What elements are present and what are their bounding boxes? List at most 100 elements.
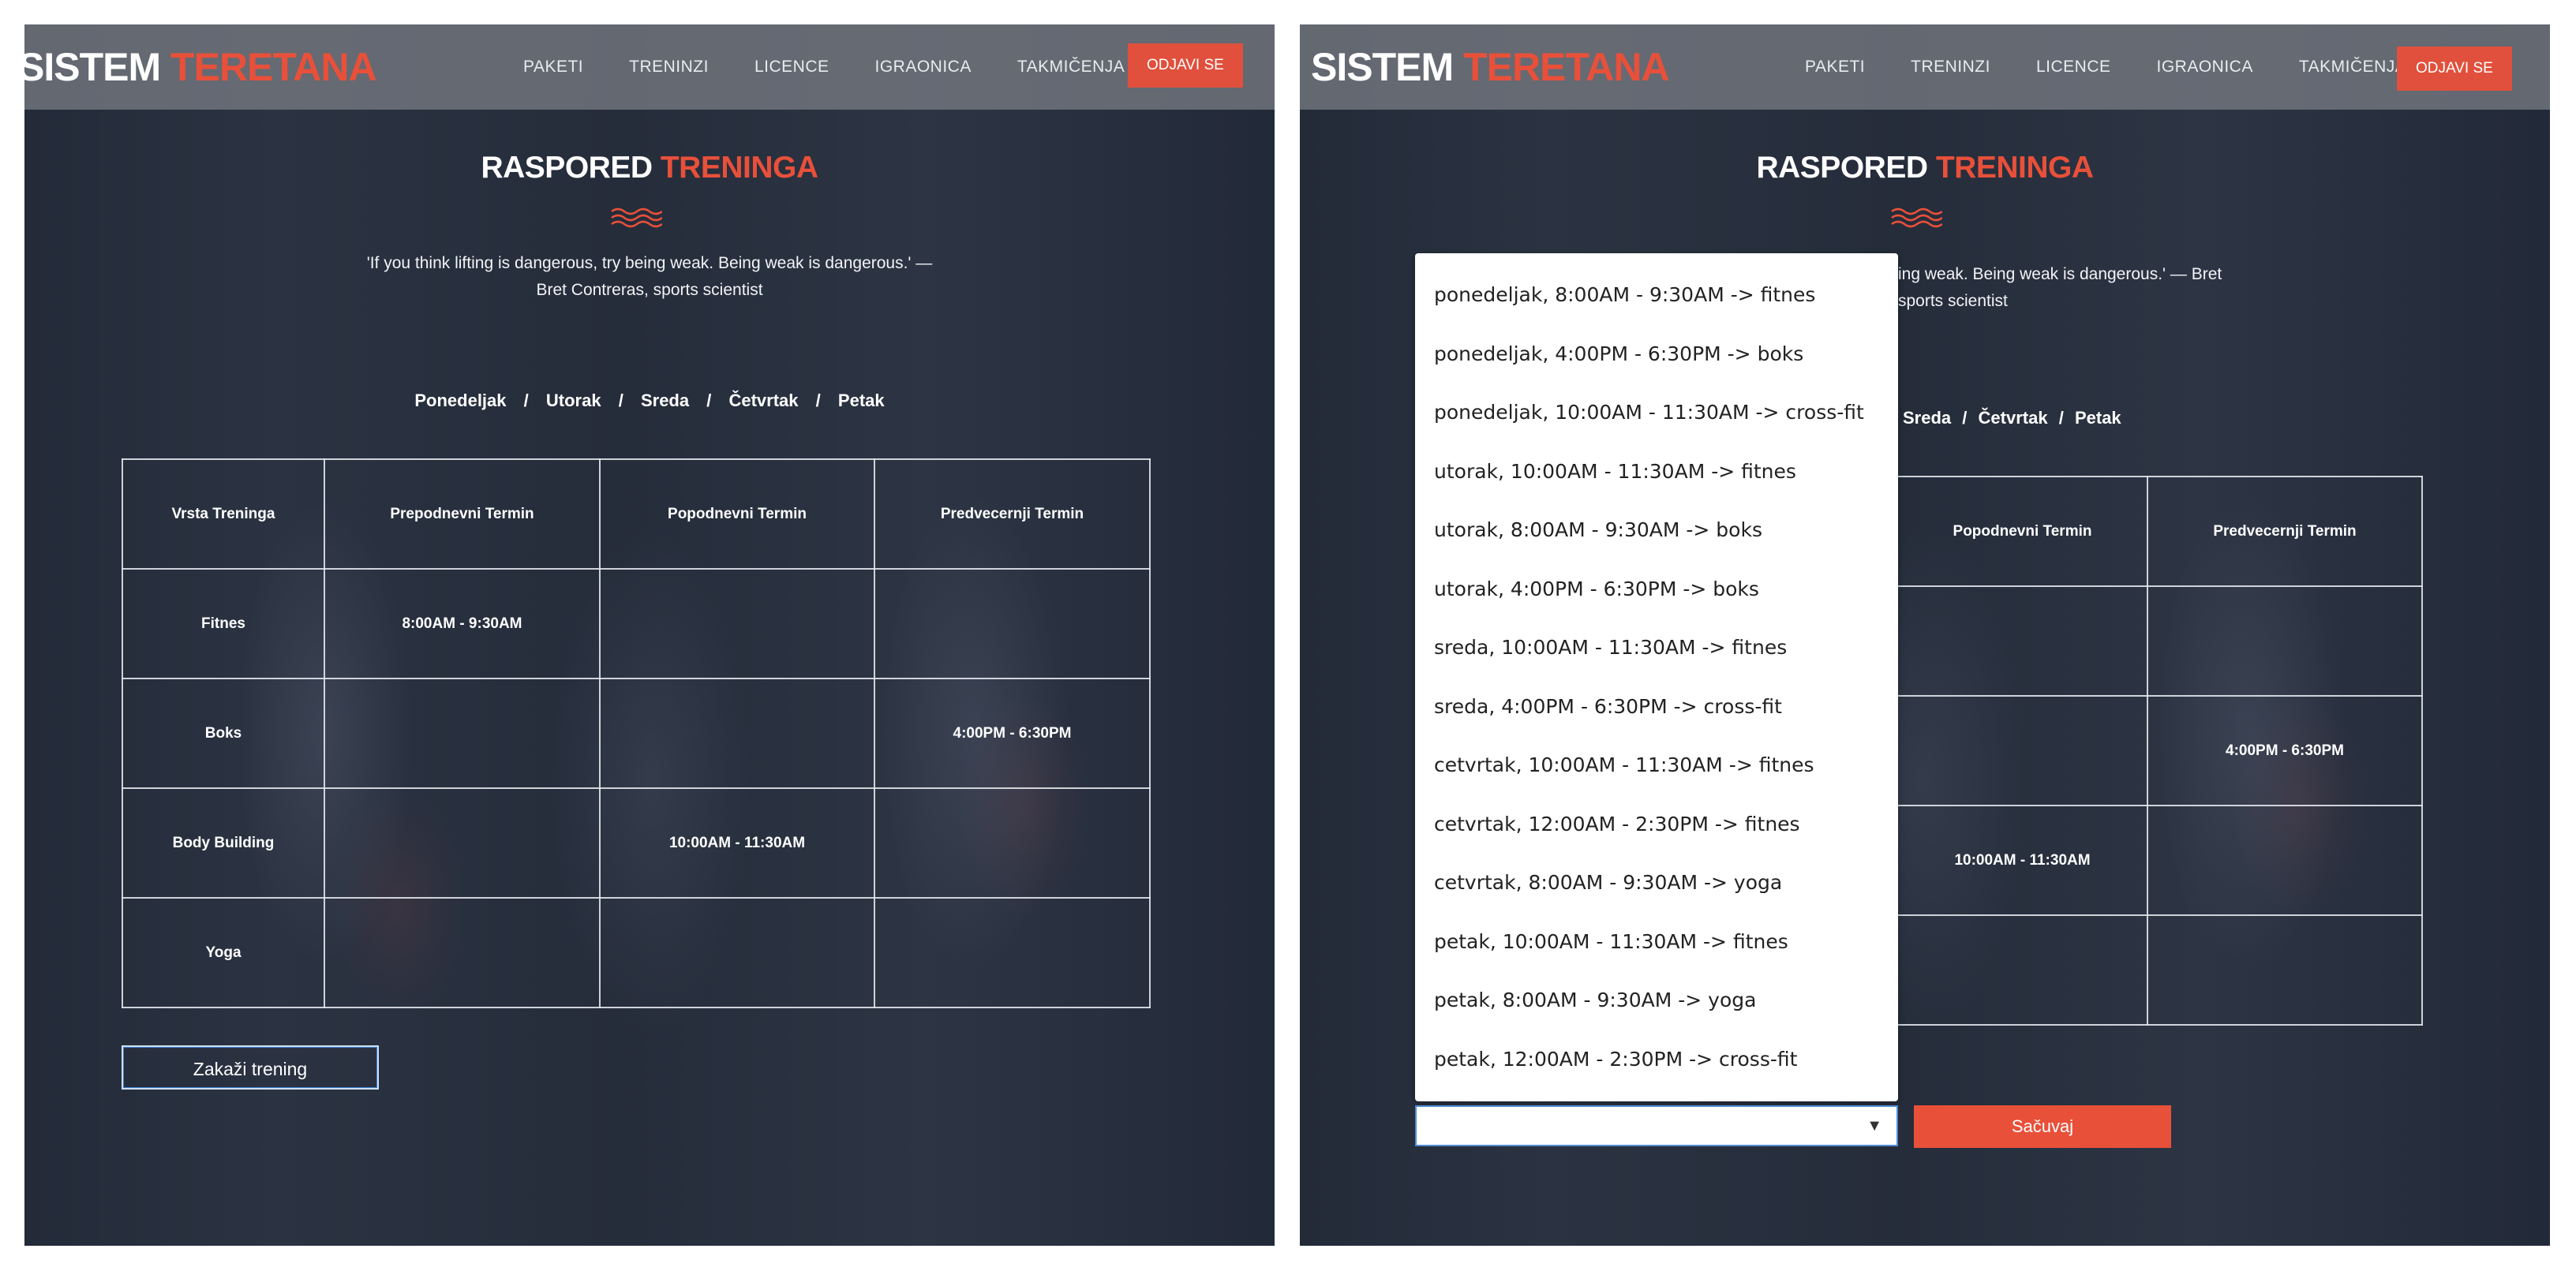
wave-divider-icon	[1891, 207, 1942, 228]
nav-item-treninzi[interactable]: TRENINZI	[629, 58, 709, 77]
table-cell: Fitnes	[122, 568, 325, 679]
table-row: Boks 4:00PM - 6:30PM	[122, 678, 1151, 789]
table-cell	[1898, 585, 2148, 697]
table-cell	[2147, 805, 2423, 916]
table-cell: 10:00AM - 11:30AM	[599, 787, 875, 899]
days-row-visible: Sreda / Četvrtak / Petak	[1903, 408, 2121, 428]
header-cell: Popodnevni Termin	[1898, 476, 2148, 587]
navbar: SISTEM TERETANA PAKETI TRENINZI LICENCE …	[1300, 24, 2550, 110]
header-cell: Predvecernji Termin	[874, 458, 1151, 570]
table-cell	[874, 568, 1151, 679]
dropdown-option[interactable]: petak, 8:00AM - 9:30AM -> yoga	[1415, 971, 1898, 1030]
dropdown-option[interactable]: cetvrtak, 8:00AM - 9:30AM -> yoga	[1415, 854, 1898, 913]
table-header-row: Vrsta Treninga Prepodnevni Termin Popodn…	[122, 458, 1151, 570]
day-separator: /	[1962, 408, 1968, 428]
save-button[interactable]: Sačuvaj	[1914, 1105, 2171, 1148]
table-cell	[874, 897, 1151, 1008]
header-cell: Prepodnevni Termin	[324, 458, 601, 570]
table-row	[1898, 914, 2423, 1026]
left-screen: SISTEM TERETANA PAKETI TRENINZI LICENCE …	[24, 24, 1275, 1246]
training-select[interactable]: ▼	[1415, 1105, 1898, 1146]
schedule-table: Popodnevni Termin Predvecernji Termin 4:…	[1898, 476, 2423, 1026]
dropdown-option[interactable]: cetvrtak, 10:00AM - 11:30AM -> fitnes	[1415, 736, 1898, 795]
table-row: 4:00PM - 6:30PM	[1898, 695, 2423, 806]
table-cell: Body Building	[122, 787, 325, 899]
nav-item-paketi[interactable]: PAKETI	[1805, 58, 1865, 77]
day-friday: Petak	[2074, 408, 2121, 428]
table-cell: 4:00PM - 6:30PM	[2147, 695, 2423, 806]
wave-divider-icon	[611, 207, 662, 228]
day-separator: /	[815, 391, 821, 410]
brand-logo[interactable]: SISTEM TERETANA	[24, 43, 377, 91]
dropdown-option[interactable]: ponedeljak, 4:00PM - 6:30PM -> boks	[1415, 325, 1898, 384]
dropdown-option[interactable]: sreda, 4:00PM - 6:30PM -> cross-fit	[1415, 678, 1898, 737]
brand-part2: TERETANA	[1463, 45, 1670, 89]
title-part2: TRENINGA	[1935, 151, 2094, 185]
right-screen: SISTEM TERETANA PAKETI TRENINZI LICENCE …	[1300, 24, 2550, 1246]
dropdown-option[interactable]: petak, 10:00AM - 11:30AM -> fitnes	[1415, 913, 1898, 972]
day-wednesday: Sreda	[640, 391, 690, 410]
dropdown-option[interactable]: sreda, 10:00AM - 11:30AM -> fitnes	[1415, 619, 1898, 678]
nav-item-takmicenja[interactable]: TAKMIČENJA	[1017, 58, 1125, 77]
nav-item-igraonica[interactable]: IGRAONICA	[2157, 58, 2253, 77]
brand-part2: TERETANA	[170, 45, 377, 89]
table-cell	[2147, 585, 2423, 697]
table-cell	[874, 787, 1151, 899]
brand-part1: SISTEM	[24, 45, 161, 89]
day-separator: /	[618, 391, 623, 410]
dropdown-option[interactable]: petak, 12:00AM - 2:30PM -> cross-fit	[1415, 1030, 1898, 1090]
nav-item-licence[interactable]: LICENCE	[754, 58, 829, 77]
main-menu: PAKETI TRENINZI LICENCE IGRAONICA TAKMIČ…	[523, 24, 1170, 110]
nav-item-licence[interactable]: LICENCE	[2036, 58, 2111, 77]
schedule-table: Vrsta Treninga Prepodnevni Termin Popodn…	[122, 458, 1151, 1008]
day-thursday: Četvrtak	[1978, 408, 2048, 428]
navbar: SISTEM TERETANA PAKETI TRENINZI LICENCE …	[24, 24, 1275, 110]
title-part1: RASPORED	[481, 151, 653, 185]
dropdown-option[interactable]: ponedeljak, 8:00AM - 9:30AM -> fitnes	[1415, 266, 1898, 325]
table-cell	[1898, 914, 2148, 1026]
page-title: RASPORED TRENINGA	[24, 151, 1275, 185]
training-dropdown-list: ponedeljak, 8:00AM - 9:30AM -> fitnes po…	[1415, 253, 1898, 1101]
dropdown-option[interactable]: utorak, 4:00PM - 6:30PM -> boks	[1415, 560, 1898, 619]
dropdown-option[interactable]: utorak, 10:00AM - 11:30AM -> fitnes	[1415, 443, 1898, 502]
schedule-training-button[interactable]: Zakaži trening	[122, 1045, 379, 1090]
logout-button[interactable]: ODJAVI SE	[1128, 43, 1243, 88]
nav-item-treninzi[interactable]: TRENINZI	[1911, 58, 1990, 77]
table-cell: 8:00AM - 9:30AM	[324, 568, 601, 679]
table-cell	[2147, 914, 2423, 1026]
quote-text-visible: ing weak. Being weak is dangerous.' — Br…	[1898, 261, 2230, 315]
table-cell	[324, 787, 601, 899]
day-wednesday: Sreda	[1903, 408, 1952, 428]
chevron-down-icon[interactable]: ▼	[1866, 1117, 1882, 1135]
day-tuesday: Utorak	[545, 391, 601, 410]
table-row	[1898, 585, 2423, 697]
table-cell: 4:00PM - 6:30PM	[874, 678, 1151, 789]
table-cell	[1898, 695, 2148, 806]
header-cell: Popodnevni Termin	[599, 458, 875, 570]
brand-logo[interactable]: SISTEM TERETANA	[1311, 43, 1670, 91]
quote-text: 'If you think lifting is dangerous, try …	[366, 254, 933, 299]
table-row: 10:00AM - 11:30AM	[1898, 805, 2423, 916]
day-separator: /	[706, 391, 712, 410]
day-friday: Petak	[837, 391, 885, 410]
nav-item-paketi[interactable]: PAKETI	[523, 58, 583, 77]
page-title: RASPORED TRENINGA	[1300, 151, 2550, 185]
dropdown-option[interactable]: ponedeljak, 10:00AM - 11:30AM -> cross-f…	[1415, 383, 1898, 443]
nav-item-takmicenja[interactable]: TAKMIČENJA	[2299, 58, 2406, 77]
table-cell: Boks	[122, 678, 325, 789]
table-row: Yoga	[122, 897, 1151, 1008]
main-menu: PAKETI TRENINZI LICENCE IGRAONICA TAKMIČ…	[1805, 24, 2452, 110]
day-thursday: Četvrtak	[728, 391, 799, 410]
dropdown-option[interactable]: utorak, 8:00AM - 9:30AM -> boks	[1415, 501, 1898, 560]
table-cell: 10:00AM - 11:30AM	[1898, 805, 2148, 916]
dropdown-option[interactable]: cetvrtak, 12:00AM - 2:30PM -> fitnes	[1415, 795, 1898, 854]
title-part1: RASPORED	[1756, 151, 1928, 185]
day-separator: /	[523, 391, 529, 410]
logout-button[interactable]: ODJAVI SE	[2397, 47, 2512, 91]
nav-item-igraonica[interactable]: IGRAONICA	[875, 58, 972, 77]
table-cell	[599, 897, 875, 1008]
brand-part1: SISTEM	[1311, 45, 1454, 89]
title-part2: TRENINGA	[660, 151, 818, 185]
table-cell	[324, 897, 601, 1008]
table-cell: Yoga	[122, 897, 325, 1008]
